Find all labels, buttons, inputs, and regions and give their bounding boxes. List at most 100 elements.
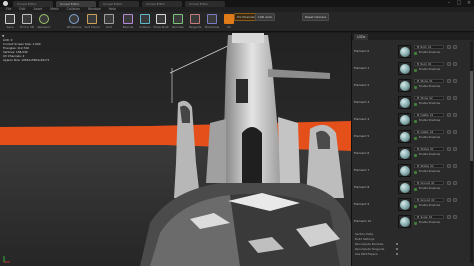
material-name-field[interactable]: M_Castle_02: [414, 130, 444, 134]
normals-icon: [173, 14, 183, 24]
material-thumbnail[interactable]: [398, 45, 411, 58]
enable-shadows-checkbox[interactable]: [414, 69, 417, 72]
material-sphere-icon: [400, 81, 410, 91]
browse-button[interactable]: [447, 130, 451, 134]
material-name-field[interactable]: M_Rock_02: [414, 62, 444, 66]
collision-button[interactable]: Collision: [137, 13, 153, 31]
browse-button[interactable]: [447, 96, 451, 100]
save-button[interactable]: Save: [2, 13, 18, 31]
enable-shadows-checkbox[interactable]: [414, 205, 417, 208]
enable-shadows-label: Enable Shadows: [419, 85, 441, 88]
material-thumbnail[interactable]: [398, 164, 411, 177]
material-thumbnail[interactable]: [398, 62, 411, 75]
material-thumbnail[interactable]: [398, 96, 411, 109]
binormals-button[interactable]: Binormals: [204, 13, 220, 31]
material-thumbnail[interactable]: [398, 198, 411, 211]
material-name-field[interactable]: M_Rock_01: [414, 45, 444, 49]
browse-button[interactable]: [447, 181, 451, 185]
material-name-field[interactable]: M_Stone_01: [414, 79, 444, 83]
material-name-field[interactable]: M_Ground_01: [414, 181, 444, 185]
pivot-icon: [156, 14, 166, 24]
tangents-icon: [190, 14, 200, 24]
reset-camera-button[interactable]: Reset Camera: [302, 13, 330, 21]
material-sphere-icon: [400, 115, 410, 125]
material-thumbnail[interactable]: [398, 147, 411, 160]
tangents-button[interactable]: Tangents: [187, 13, 203, 31]
unreal-logo-icon[interactable]: [0, 0, 10, 7]
material-thumbnail[interactable]: [398, 113, 411, 126]
browse-button[interactable]: [447, 45, 451, 49]
browse-button[interactable]: [447, 147, 451, 151]
browse-button[interactable]: [447, 79, 451, 83]
property-checkbox[interactable]: [396, 248, 398, 250]
browse-button[interactable]: [447, 113, 451, 117]
browse-button[interactable]: [447, 164, 451, 168]
enable-shadows-checkbox[interactable]: [414, 137, 417, 140]
enable-shadows-checkbox[interactable]: [414, 120, 417, 123]
enable-shadows-checkbox[interactable]: [414, 103, 417, 106]
toolbar-label: Reimport: [37, 25, 51, 29]
use-selected-button[interactable]: [453, 130, 457, 134]
element-label: Element 5: [354, 134, 370, 138]
enable-shadows-checkbox[interactable]: [414, 86, 417, 89]
use-selected-button[interactable]: [453, 45, 457, 49]
use-selected-button[interactable]: [453, 215, 457, 219]
browse-button[interactable]: [447, 198, 451, 202]
toolbar-label: Wireframe: [66, 25, 82, 29]
use-selected-button[interactable]: [453, 164, 457, 168]
lod-dropdown[interactable]: LOD Auto: [255, 13, 276, 21]
minimize-button[interactable]: –: [444, 0, 454, 7]
use-selected-button[interactable]: [453, 113, 457, 117]
material-slot-row: Element 5 M_Castle_02 Enable Shadows: [354, 128, 470, 145]
scrollbar-thumb[interactable]: [470, 71, 473, 161]
use-selected-button[interactable]: [453, 147, 457, 151]
enable-shadows-checkbox[interactable]: [414, 188, 417, 191]
material-thumbnail[interactable]: [398, 181, 411, 194]
bounds-button[interactable]: Bounds: [120, 13, 136, 31]
material-thumbnail[interactable]: [398, 215, 411, 228]
vert-colors-button[interactable]: Vert Colors: [84, 13, 100, 31]
document-tabs: Unreal Editor Unreal Editor Unreal Editor U…: [10, 0, 225, 7]
reimport-button[interactable]: Reimport: [36, 13, 52, 31]
browse-button[interactable]: [447, 215, 451, 219]
enable-shadows-checkbox[interactable]: [414, 52, 417, 55]
material-name-field[interactable]: M_Statue_01: [414, 147, 444, 151]
wireframe-button[interactable]: Wireframe: [66, 13, 82, 31]
material-name-field[interactable]: M_Stone_02: [414, 96, 444, 100]
static-mesh-viewport[interactable]: ▼ LOD: 0 Current Screen Size: 1.000 Triang…: [0, 33, 351, 266]
enable-shadows-checkbox[interactable]: [414, 154, 417, 157]
browse-button[interactable]: [447, 62, 451, 66]
enable-shadows-checkbox[interactable]: [414, 222, 417, 225]
toolbar-label: UV: [227, 25, 231, 29]
close-button[interactable]: ×: [464, 0, 474, 7]
material-thumbnail[interactable]: [398, 79, 411, 92]
use-selected-button[interactable]: [453, 96, 457, 100]
material-name-field[interactable]: M_Snow_01: [414, 215, 444, 219]
tab-lods[interactable]: LODs: [354, 33, 369, 40]
find-in-cb-button[interactable]: Find in CB: [19, 13, 35, 31]
normals-button[interactable]: Normals: [170, 13, 186, 31]
use-selected-button[interactable]: [453, 181, 457, 185]
collision-icon: [140, 14, 150, 24]
save-icon: [5, 14, 15, 24]
material-slot-row: Element 9 M_Ground_02 Enable Shadows: [354, 196, 470, 213]
property-checkbox[interactable]: [396, 243, 398, 245]
material-name-field[interactable]: M_Castle_01: [414, 113, 444, 117]
material-thumbnail[interactable]: [398, 130, 411, 143]
material-name-field[interactable]: M_Ground_02: [414, 198, 444, 202]
use-selected-button[interactable]: [453, 79, 457, 83]
material-sphere-icon: [400, 166, 410, 176]
material-sphere-icon: [400, 217, 410, 227]
panel-scrollbar[interactable]: [470, 41, 473, 263]
enable-shadows-label: Enable Shadows: [419, 221, 441, 224]
property-checkbox[interactable]: [396, 253, 398, 255]
use-selected-button[interactable]: [453, 62, 457, 66]
material-name-field[interactable]: M_Statue_02: [414, 164, 444, 168]
uv-button[interactable]: UV: [221, 13, 237, 31]
maximize-button[interactable]: □: [454, 0, 464, 7]
show-pivot-button[interactable]: Show Pivot: [153, 13, 169, 31]
grid-button[interactable]: Grid: [101, 13, 117, 31]
enable-shadows-checkbox[interactable]: [414, 171, 417, 174]
use-selected-button[interactable]: [453, 198, 457, 202]
property-label: Recompute Tangents: [355, 247, 385, 251]
